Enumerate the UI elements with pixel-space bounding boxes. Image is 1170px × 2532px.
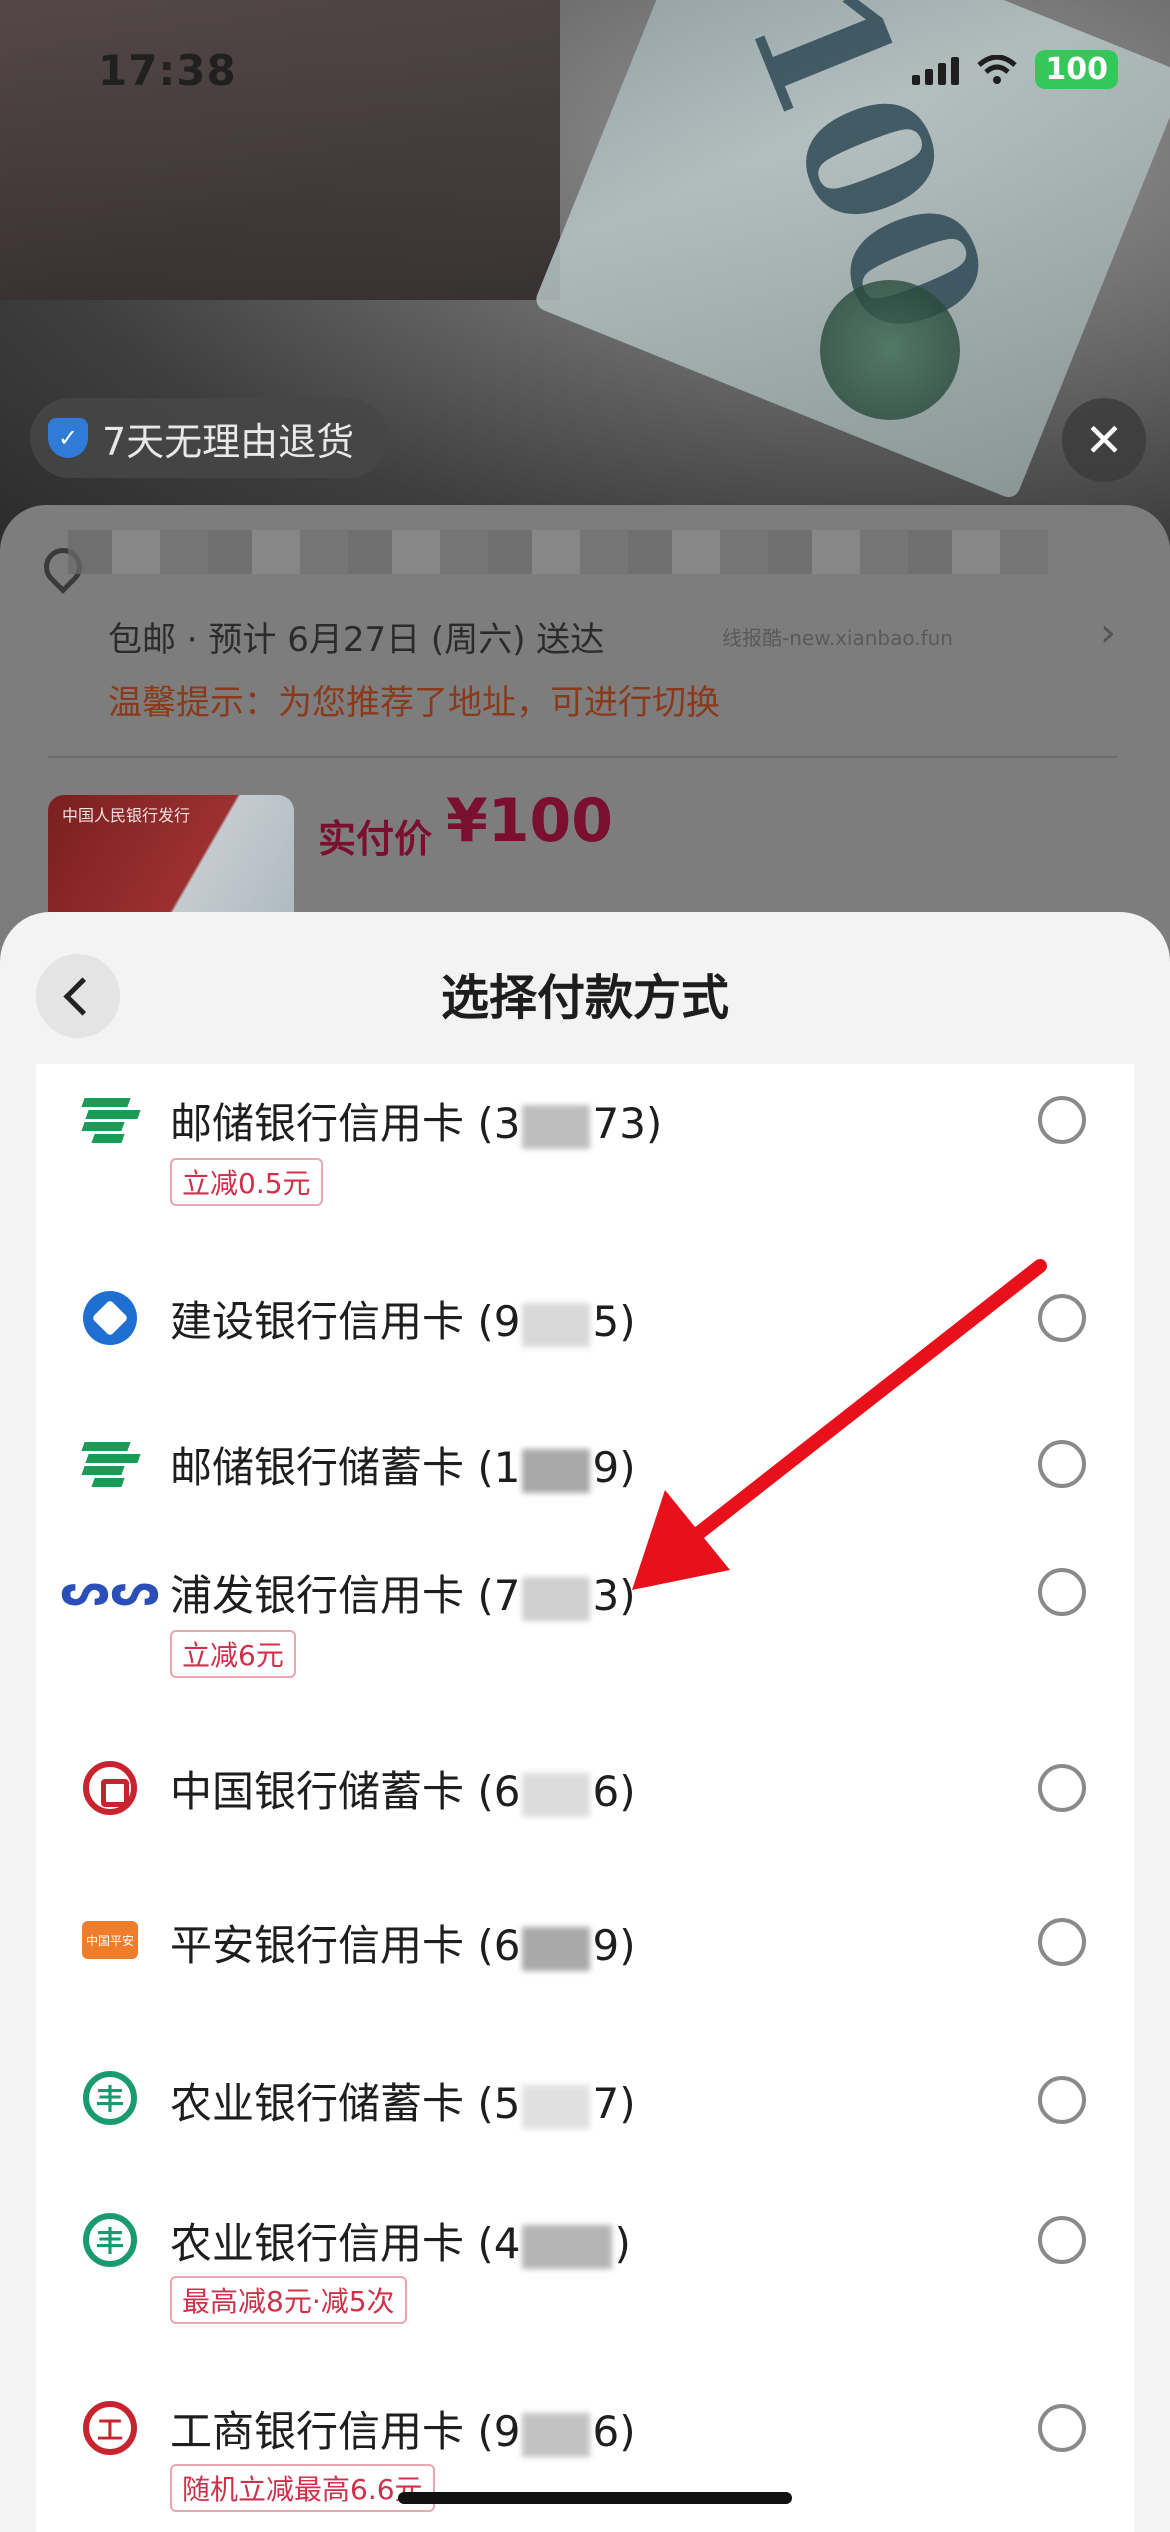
radio-button[interactable] bbox=[1038, 2216, 1086, 2264]
redacted-digits bbox=[522, 1302, 591, 1347]
redacted-digits bbox=[522, 2224, 613, 2269]
payment-option-psbc-credit[interactable]: 邮储银行信用卡 (3 73) 立减0.5元 bbox=[36, 1064, 1134, 1254]
payment-method-sheet: 选择付款方式 邮储银行信用卡 (3 73) 立减0.5元 建设银行信用卡 (9 5)… bbox=[0, 912, 1170, 2532]
payment-option-ccb-credit[interactable]: 建设银行信用卡 (9 5) bbox=[36, 1254, 1134, 1404]
redacted-digits bbox=[522, 1576, 591, 1621]
payment-option-label: 农业银行储蓄卡 (5 7) bbox=[170, 2079, 636, 2129]
payment-option-label: 建设银行信用卡 (9 5) bbox=[170, 1297, 636, 1347]
payment-option-psbc-debit[interactable]: 邮储银行储蓄卡 (1 9) bbox=[36, 1404, 1134, 1554]
thumbnail-label: 中国人民银行发行 bbox=[62, 806, 191, 825]
price-value: ¥100 bbox=[446, 786, 613, 856]
radio-button[interactable] bbox=[1038, 2404, 1086, 2452]
radio-button[interactable] bbox=[1038, 1440, 1086, 1488]
radio-button[interactable] bbox=[1038, 1764, 1086, 1812]
redacted-digits bbox=[522, 2084, 591, 2129]
return-policy-badge[interactable]: ✓ 7天无理由退货 bbox=[30, 398, 389, 478]
ccb-icon bbox=[82, 1290, 138, 1346]
battery-indicator: 100 bbox=[1035, 50, 1118, 89]
radio-button[interactable] bbox=[1038, 1568, 1086, 1616]
radio-button[interactable] bbox=[1038, 1294, 1086, 1342]
sheet-title: 选择付款方式 bbox=[440, 970, 729, 1026]
payment-option-abc-debit[interactable]: 丰 农业银行储蓄卡 (5 7) bbox=[36, 2044, 1134, 2194]
spdb-icon: ᔕᔕ bbox=[60, 1564, 160, 1616]
address-tip: 温馨提示：为您推荐了地址，可进行切换 bbox=[108, 683, 720, 723]
banknote-bundle-image bbox=[0, 0, 560, 300]
home-indicator[interactable] bbox=[398, 2492, 792, 2504]
status-time: 17:38 bbox=[98, 46, 237, 95]
signal-icon bbox=[912, 55, 960, 85]
payment-method-list: 邮储银行信用卡 (3 73) 立减0.5元 建设银行信用卡 (9 5) 邮储银行储蓄… bbox=[36, 1064, 1134, 2532]
abc-icon: 丰 bbox=[82, 2070, 138, 2126]
psbc-icon bbox=[81, 1436, 141, 1492]
redacted-digits bbox=[522, 1772, 591, 1817]
wifi-icon bbox=[977, 54, 1018, 84]
close-button[interactable]: ✕ bbox=[1062, 398, 1146, 482]
radio-button[interactable] bbox=[1038, 1096, 1086, 1144]
payment-option-spdb-credit[interactable]: ᔕᔕ 浦发银行信用卡 (7 3) 立减6元 bbox=[36, 1534, 1134, 1734]
status-icons: 100 bbox=[912, 50, 1118, 89]
chevron-right-icon[interactable]: › bbox=[1100, 610, 1116, 656]
shipping-info: 包邮 · 预计 6月27日 (周六) 送达 bbox=[108, 620, 605, 660]
address-redacted[interactable] bbox=[68, 530, 1048, 574]
promo-badge: 最高减8元·减5次 bbox=[170, 2276, 407, 2324]
close-icon: ✕ bbox=[1084, 413, 1124, 467]
promo-badge: 立减6元 bbox=[170, 1630, 296, 1678]
globe-watermark-image bbox=[820, 280, 960, 420]
payment-option-boc-debit[interactable]: 中国银行储蓄卡 (6 6) bbox=[36, 1734, 1134, 1894]
payment-option-label: 邮储银行储蓄卡 (1 9) bbox=[170, 1443, 636, 1493]
promo-badge: 立减0.5元 bbox=[170, 1158, 323, 1206]
redacted-digits bbox=[522, 2412, 591, 2457]
payment-option-pingan-credit[interactable]: 中国平安 平安银行信用卡 (6 9) bbox=[36, 1894, 1134, 2054]
promo-badge: 随机立减最高6.6元 bbox=[170, 2464, 435, 2512]
payment-option-label: 农业银行信用卡 (4) bbox=[170, 2219, 631, 2269]
payment-option-label: 工商银行信用卡 (9 6) bbox=[170, 2407, 636, 2457]
payment-option-label: 邮储银行信用卡 (3 73) bbox=[170, 1099, 663, 1149]
radio-button[interactable] bbox=[1038, 1918, 1086, 1966]
payment-option-abc-credit[interactable]: 丰 农业银行信用卡 (4) 最高减8元·减5次 bbox=[36, 2194, 1134, 2384]
payment-option-label: 中国银行储蓄卡 (6 6) bbox=[170, 1767, 636, 1817]
divider bbox=[48, 756, 1118, 758]
radio-button[interactable] bbox=[1038, 2076, 1086, 2124]
abc-icon: 丰 bbox=[82, 2212, 138, 2268]
watermark-text: 线报酷-new.xianbao.fun bbox=[722, 626, 953, 650]
psbc-icon bbox=[81, 1092, 141, 1148]
icbc-icon: 工 bbox=[82, 2400, 138, 2456]
redacted-digits bbox=[522, 1104, 591, 1149]
boc-icon bbox=[82, 1760, 138, 1816]
shield-check-icon: ✓ bbox=[48, 418, 88, 458]
return-policy-label: 7天无理由退货 bbox=[102, 419, 355, 464]
payment-option-icbc-credit[interactable]: 工 工商银行信用卡 (9 6) 随机立减最高6.6元 bbox=[36, 2384, 1134, 2532]
pingan-icon: 中国平安 bbox=[82, 1912, 138, 1968]
payment-option-label: 浦发银行信用卡 (7 3) bbox=[170, 1571, 636, 1621]
price-label: 实付价 bbox=[318, 817, 433, 861]
payment-option-label: 平安银行信用卡 (6 9) bbox=[170, 1921, 636, 1971]
redacted-digits bbox=[522, 1926, 591, 1971]
redacted-digits bbox=[522, 1448, 591, 1493]
